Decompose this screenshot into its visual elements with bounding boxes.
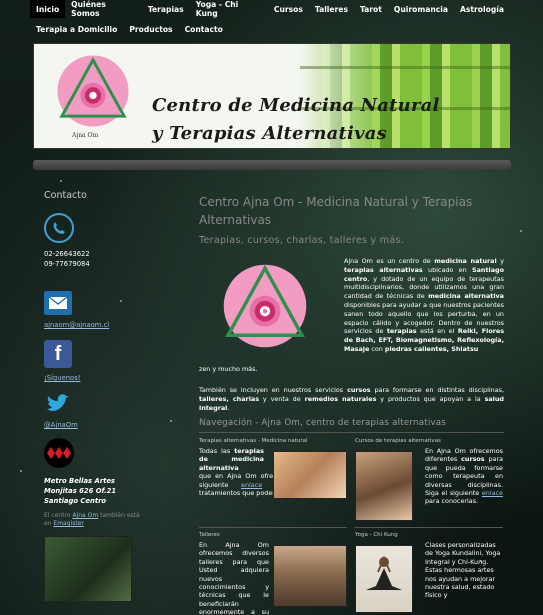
main-content: Centro Ajna Om - Medicina Natural y Tera…	[199, 193, 504, 615]
banner-title: Centro de Medicina Natural y Terapias Al…	[152, 95, 440, 144]
nav-yoga-chi-kung[interactable]: Yoga - Chi Kung	[190, 0, 268, 18]
email-link[interactable]: ajnaom@ajnaom.cl	[44, 321, 109, 329]
emagister-note: El centro Ajna Om también está en Emagis…	[44, 512, 140, 527]
card-talleres: Talleres En Ajna Om ofrecemos diversos t…	[199, 531, 347, 615]
terapias-link[interactable]: enlace	[241, 481, 262, 489]
nav-contacto[interactable]: Contacto	[179, 18, 229, 40]
ajna-om-mandala	[223, 264, 307, 348]
card-terapias: Terapias alternativas - Medicina natural…	[199, 437, 347, 499]
phone-2: 09-77679084	[44, 260, 90, 268]
card-text: En Ajna Om ofrecemos diferentes cursos p…	[425, 447, 503, 506]
facebook-link[interactable]: ¡Síguenos!	[44, 374, 80, 382]
card-title: Yoga - Chi Kung	[355, 532, 398, 538]
ajna-om-link[interactable]: Ajna Om	[72, 512, 98, 519]
emagister-link[interactable]: Emagister	[53, 520, 83, 527]
nav-inicio[interactable]: Inicio	[30, 0, 66, 18]
services-paragraph: También se incluyen en nuestros servicio…	[199, 386, 504, 412]
card-text: Clases personalizadas de Yoga Kundalini,…	[425, 541, 501, 600]
top-navigation: Inicio Quiénes Somos Terapias Yoga - Chi…	[30, 0, 510, 40]
phone-icon	[44, 213, 74, 243]
email-icon	[44, 291, 72, 315]
nav-quiromancia[interactable]: Quiromancia	[388, 0, 454, 18]
nav-cursos[interactable]: Cursos	[268, 0, 309, 18]
card-title: Talleres	[199, 532, 220, 538]
card-title: Terapias alternativas - Medicina natural	[199, 438, 308, 444]
nav-tarot[interactable]: Tarot	[354, 0, 388, 18]
talleres-photo	[273, 545, 347, 607]
phone-1: 02-26643622	[44, 250, 90, 258]
contact-sidebar: Contacto 02-26643622 09-77679084 ajnaom@…	[44, 190, 144, 602]
nav-astrologia[interactable]: Astrología	[454, 0, 510, 18]
cursos-photo	[355, 451, 413, 521]
metro-icon	[44, 438, 74, 468]
divider	[355, 527, 503, 528]
sidebar-photo	[44, 536, 132, 602]
page-title: Centro Ajna Om - Medicina Natural y Tera…	[199, 195, 473, 227]
header-banner: Ajna Om Centro de Medicina Natural y Ter…	[33, 43, 511, 149]
twitter-icon[interactable]	[44, 391, 72, 417]
cursos-link[interactable]: enlace	[482, 489, 503, 497]
massage-photo	[273, 451, 347, 499]
nav-terapias[interactable]: Terapias	[142, 0, 190, 18]
banner-divider	[33, 160, 511, 170]
intro-paragraph: Ajna Om es un centro de medicina natural…	[344, 257, 505, 353]
twitter-link[interactable]: @AjnaOm	[44, 421, 78, 429]
ajna-om-logo	[57, 55, 129, 127]
nav-talleres[interactable]: Talleres	[309, 0, 354, 18]
card-yoga: Yoga - Chi Kung Clases personalizadas de…	[355, 531, 503, 613]
intro-end: zen y mucho más.	[199, 365, 258, 373]
navigation-heading: Navegación - Ajna Om, centro de terapias…	[199, 418, 447, 428]
sidebar-heading: Contacto	[44, 190, 87, 201]
card-cursos: Cursos de terapias alternativas En Ajna …	[355, 437, 503, 521]
page-subtitle: Terapias, cursos, charlas, talleres y má…	[199, 235, 405, 246]
card-title: Cursos de terapias alternativas	[355, 438, 441, 444]
divider	[199, 527, 347, 528]
logo-caption: Ajna Om	[72, 132, 99, 139]
facebook-icon[interactable]: f	[44, 340, 72, 368]
nav-productos[interactable]: Productos	[123, 18, 178, 40]
nav-quienes-somos[interactable]: Quiénes Somos	[65, 0, 142, 18]
card-text: En Ajna Om ofrecemos diversos talleres p…	[199, 541, 269, 615]
metro-address: Metro Bellas Artes Monjitas 626 Of.21 Sa…	[44, 477, 117, 505]
nav-terapia-a-domicilio[interactable]: Terapia a Domicilio	[30, 18, 123, 40]
yoga-photo	[355, 545, 413, 613]
divider	[199, 432, 504, 433]
